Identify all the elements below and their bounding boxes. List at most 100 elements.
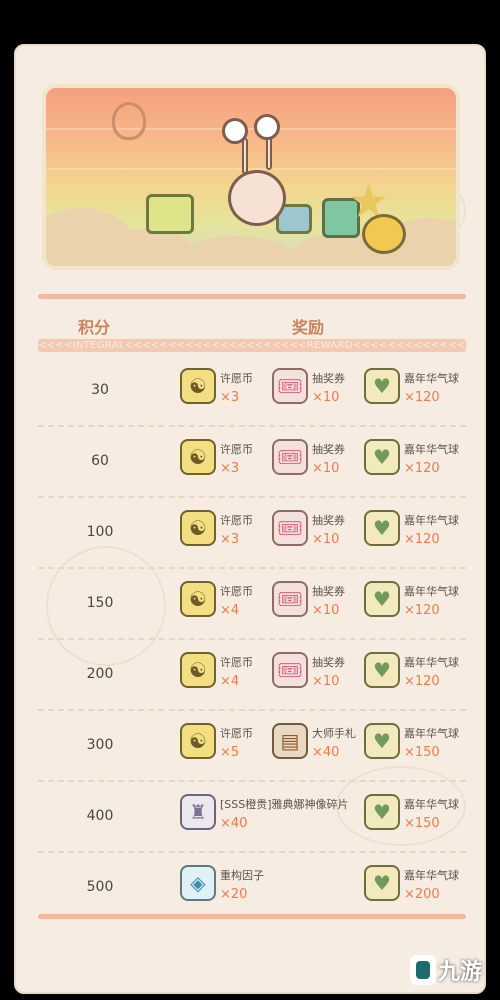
reward-item-name: 许愿币 bbox=[220, 514, 253, 527]
carnival-balloon-icon: ♥ bbox=[364, 510, 400, 546]
reward-item[interactable]: ♥ 嘉年华气球 ×150 bbox=[364, 794, 459, 840]
carnival-balloon-icon: ♥ bbox=[364, 794, 400, 830]
lottery-ticket-icon: 🎟 bbox=[272, 368, 308, 404]
score-value: 60 bbox=[91, 453, 109, 469]
reward-item-name: 许愿币 bbox=[220, 727, 253, 740]
reward-item-quantity: ×120 bbox=[404, 532, 440, 547]
reward-item-quantity: ×4 bbox=[220, 603, 240, 618]
reconstruction-factor-icon: ◈ bbox=[180, 865, 216, 901]
header-divider bbox=[38, 294, 466, 299]
golden-egg-icon bbox=[362, 214, 406, 254]
reward-item[interactable]: ♥ 嘉年华气球 ×120 bbox=[364, 368, 459, 414]
lottery-ticket-icon: 🎟 bbox=[272, 510, 308, 546]
watermark: 九游 bbox=[410, 950, 482, 990]
reward-item[interactable]: ☯ 许愿币 ×4 bbox=[180, 581, 272, 627]
reward-item-quantity: ×150 bbox=[404, 816, 440, 831]
reward-row: 200 ☯ 许愿币 ×4 🎟 抽奖券 ×10 ♥ 嘉年华气球 ×120 bbox=[16, 640, 484, 711]
wish-coin-icon: ☯ bbox=[180, 439, 216, 475]
master-notes-icon: ▤ bbox=[272, 723, 308, 759]
reward-item[interactable]: ☯ 许愿币 ×3 bbox=[180, 368, 272, 414]
reward-item-quantity: ×3 bbox=[220, 461, 240, 476]
reward-item[interactable]: ♥ 嘉年华气球 ×200 bbox=[364, 865, 459, 911]
reward-item-quantity: ×10 bbox=[312, 532, 340, 547]
watermark-text: 九游 bbox=[438, 960, 483, 985]
jiuyou-logo-icon bbox=[410, 955, 436, 985]
reward-item-name: 重构因子 bbox=[220, 869, 264, 882]
snail-eye bbox=[222, 118, 248, 144]
reward-item-quantity: ×10 bbox=[312, 674, 340, 689]
reward-item[interactable]: ☯ 许愿币 ×3 bbox=[180, 510, 272, 556]
reward-item-quantity: ×40 bbox=[312, 745, 340, 760]
header-sub-strip: <<<<INTEGRAL<<<<<<<<<<<<<<<<<<<<<REWARD<… bbox=[38, 339, 466, 352]
reward-item-quantity: ×120 bbox=[404, 674, 440, 689]
reward-item[interactable]: ▤ 大师手札 ×40 bbox=[272, 723, 364, 769]
reward-item[interactable]: ◈ 重构因子 ×20 bbox=[180, 865, 360, 911]
reward-item-name: 嘉年华气球 bbox=[404, 798, 459, 811]
reward-item[interactable]: ☯ 许愿币 ×3 bbox=[180, 439, 272, 485]
score-value: 200 bbox=[86, 666, 114, 682]
wish-coin-icon: ☯ bbox=[180, 368, 216, 404]
reward-item-quantity: ×3 bbox=[220, 390, 240, 405]
reward-item[interactable]: 🎟 抽奖券 ×10 bbox=[272, 652, 364, 698]
event-banner-image: ★ bbox=[42, 84, 460, 270]
score-column-title: 积分 bbox=[78, 318, 111, 337]
lottery-ticket-icon: 🎟 bbox=[272, 581, 308, 617]
reward-item[interactable]: ♥ 嘉年华气球 ×120 bbox=[364, 510, 459, 556]
reward-item[interactable]: ♜ [SSS橙贵]雅典娜神像碎片 ×40 bbox=[180, 794, 360, 840]
reward-item-name: 嘉年华气球 bbox=[404, 372, 459, 385]
footer-divider bbox=[38, 914, 466, 919]
snail-eye bbox=[254, 114, 280, 140]
reward-row: 60 ☯ 许愿币 ×3 🎟 抽奖券 ×10 ♥ 嘉年华气球 ×120 bbox=[16, 427, 484, 498]
reward-item[interactable]: ♥ 嘉年华气球 ×120 bbox=[364, 652, 459, 698]
reward-item-name: 抽奖券 bbox=[312, 514, 345, 527]
score-value: 300 bbox=[86, 737, 114, 753]
gift-box-icon bbox=[146, 194, 194, 234]
reward-item[interactable]: 🎟 抽奖券 ×10 bbox=[272, 581, 364, 627]
wish-coin-icon: ☯ bbox=[180, 723, 216, 759]
score-value: 150 bbox=[86, 595, 114, 611]
carnival-balloon-icon: ♥ bbox=[364, 723, 400, 759]
reward-item-name: 嘉年华气球 bbox=[404, 443, 459, 456]
reward-item-quantity: ×4 bbox=[220, 674, 240, 689]
reward-item-name: 抽奖券 bbox=[312, 372, 345, 385]
reward-item-quantity: ×40 bbox=[220, 816, 248, 831]
reward-row: 30 ☯ 许愿币 ×3 🎟 抽奖券 ×10 ♥ 嘉年华气球 ×120 bbox=[16, 356, 484, 427]
reward-item-name: 许愿币 bbox=[220, 656, 253, 669]
score-value: 100 bbox=[86, 524, 114, 540]
reward-item-name: 嘉年华气球 bbox=[404, 727, 459, 740]
score-value: 400 bbox=[86, 808, 114, 824]
reward-column-title: 奖励 bbox=[292, 318, 325, 337]
lottery-ticket-icon: 🎟 bbox=[272, 652, 308, 688]
reward-item-quantity: ×120 bbox=[404, 461, 440, 476]
reward-item[interactable]: ♥ 嘉年华气球 ×150 bbox=[364, 723, 459, 769]
reward-item-quantity: ×20 bbox=[220, 887, 248, 902]
reward-item[interactable]: 🎟 抽奖券 ×10 bbox=[272, 439, 364, 485]
reward-item[interactable]: 🎟 抽奖券 ×10 bbox=[272, 510, 364, 556]
reward-item[interactable]: ☯ 许愿币 ×5 bbox=[180, 723, 272, 769]
reward-item[interactable]: ♥ 嘉年华气球 ×120 bbox=[364, 581, 459, 627]
reward-item[interactable]: 🎟 抽奖券 ×10 bbox=[272, 368, 364, 414]
carnival-balloon-icon: ♥ bbox=[364, 652, 400, 688]
reward-item-name: 抽奖券 bbox=[312, 585, 345, 598]
reward-row: 100 ☯ 许愿币 ×3 🎟 抽奖券 ×10 ♥ 嘉年华气球 ×120 bbox=[16, 498, 484, 569]
reward-item-name: 抽奖券 bbox=[312, 443, 345, 456]
reward-item-quantity: ×10 bbox=[312, 461, 340, 476]
carnival-balloon-icon: ♥ bbox=[364, 368, 400, 404]
carnival-balloon-icon: ♥ bbox=[364, 439, 400, 475]
wish-coin-icon: ☯ bbox=[180, 510, 216, 546]
reward-item-name: 嘉年华气球 bbox=[404, 656, 459, 669]
reward-row: 300 ☯ 许愿币 ×5 ▤ 大师手札 ×40 ♥ 嘉年华气球 ×150 bbox=[16, 711, 484, 782]
reward-item-name: 嘉年华气球 bbox=[404, 585, 459, 598]
wish-coin-icon: ☯ bbox=[180, 581, 216, 617]
reward-item-name: 嘉年华气球 bbox=[404, 514, 459, 527]
reward-item-name: 许愿币 bbox=[220, 585, 253, 598]
lottery-ticket-icon: 🎟 bbox=[272, 439, 308, 475]
reward-item-name: [SSS橙贵]雅典娜神像碎片 bbox=[220, 798, 349, 811]
score-value: 500 bbox=[86, 879, 114, 895]
reward-item-quantity: ×3 bbox=[220, 532, 240, 547]
carnival-balloon-icon: ♥ bbox=[364, 581, 400, 617]
reward-item-quantity: ×5 bbox=[220, 745, 240, 760]
reward-row: 150 ☯ 许愿币 ×4 🎟 抽奖券 ×10 ♥ 嘉年华气球 ×120 bbox=[16, 569, 484, 640]
reward-item[interactable]: ♥ 嘉年华气球 ×120 bbox=[364, 439, 459, 485]
reward-item[interactable]: ☯ 许愿币 ×4 bbox=[180, 652, 272, 698]
